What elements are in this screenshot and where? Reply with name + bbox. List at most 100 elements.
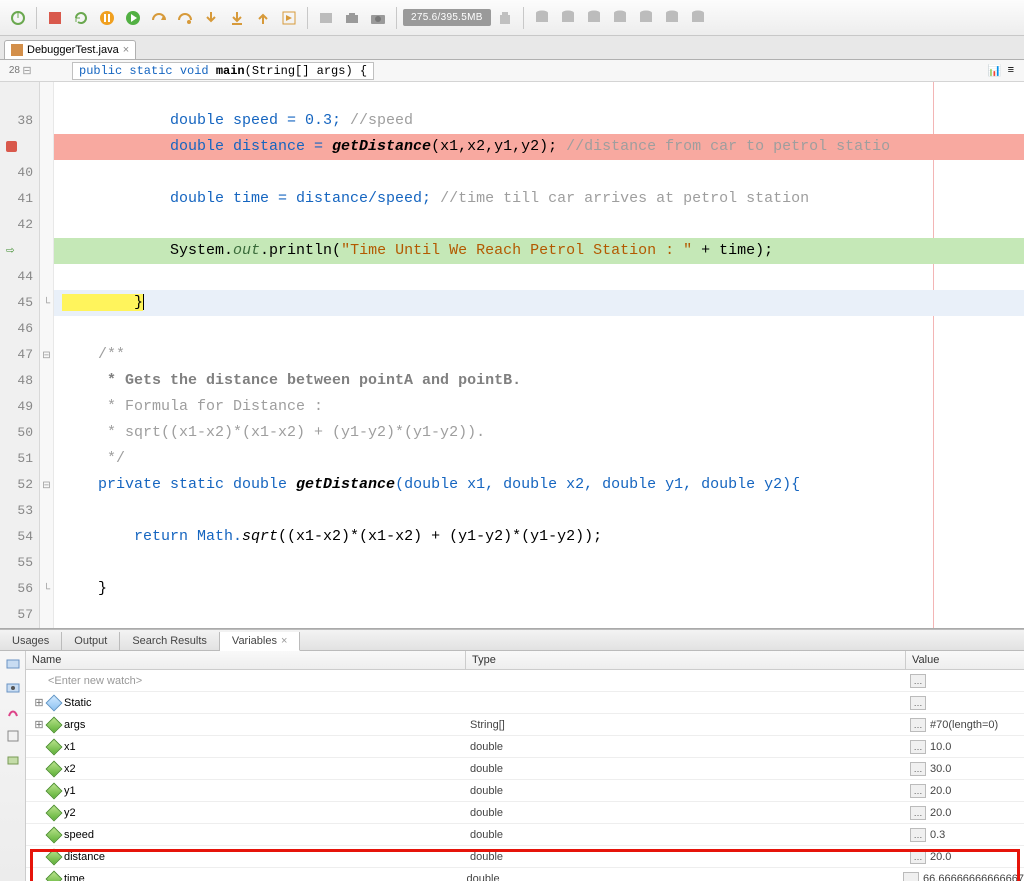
profile-icon[interactable] (6, 6, 30, 30)
ellipsis-button[interactable]: … (910, 828, 926, 842)
col-type[interactable]: Type (466, 651, 906, 669)
db6-icon[interactable] (660, 6, 684, 30)
apply-code-icon[interactable] (314, 6, 338, 30)
camera-icon[interactable] (366, 6, 390, 30)
variable-value: 66.66666666666667 (923, 873, 1024, 881)
db5-icon[interactable] (634, 6, 658, 30)
ellipsis-button[interactable]: … (910, 740, 926, 754)
stop-icon[interactable] (43, 6, 67, 30)
variable-type: double (466, 785, 906, 797)
step-into-next-icon[interactable] (225, 6, 249, 30)
static-icon (46, 694, 63, 711)
variable-value: 20.0 (930, 807, 951, 819)
db4-icon[interactable] (608, 6, 632, 30)
variables-table[interactable]: Name Type Value <Enter new watch> … ⊞ Sta… (26, 651, 1024, 881)
code-body[interactable]: double speed = 0.3; //speed double dista… (54, 60, 1024, 628)
expander-icon[interactable]: ⊞ (34, 696, 44, 709)
tab-usages[interactable]: Usages (0, 632, 62, 650)
line-gutter[interactable]: 38 40 41 42 44 45 46 47 48 49 50 51 52 5… (0, 60, 40, 628)
marks-icon[interactable]: 📊 (988, 64, 1002, 77)
db1-icon[interactable] (530, 6, 554, 30)
ellipsis-button[interactable]: … (910, 850, 926, 864)
variable-icon (46, 870, 63, 881)
tab-variables[interactable]: Variables× (220, 632, 300, 651)
new-watch-row[interactable]: <Enter new watch> … (26, 670, 1024, 692)
filter-icon[interactable] (3, 750, 23, 770)
variable-type: double (466, 851, 906, 863)
variable-row[interactable]: y1double…20.0 (26, 780, 1024, 802)
ellipsis-button[interactable]: … (910, 674, 926, 688)
variable-name: args (64, 719, 85, 731)
new-watch-icon[interactable] (3, 702, 23, 722)
ellipsis-button[interactable]: … (910, 696, 926, 710)
eval-icon[interactable] (3, 726, 23, 746)
memory-indicator[interactable]: 275.6/395.5MB (403, 9, 491, 26)
variable-type: String[] (466, 719, 906, 731)
ellipsis-button[interactable]: … (910, 718, 926, 732)
gc-icon[interactable] (493, 6, 517, 30)
variables-header: Name Type Value (26, 651, 1024, 670)
close-icon[interactable]: × (123, 44, 129, 56)
ellipsis-button[interactable]: … (903, 872, 919, 881)
pause-icon[interactable] (95, 6, 119, 30)
col-name[interactable]: Name (26, 651, 466, 669)
step-over-icon[interactable] (147, 6, 171, 30)
ellipsis-button[interactable]: … (910, 806, 926, 820)
variable-row[interactable]: speeddouble…0.3 (26, 824, 1024, 846)
variable-icon (46, 716, 63, 733)
variable-name: x1 (64, 741, 76, 753)
variable-icon (46, 826, 63, 843)
code-editor[interactable]: 28 ⊟ public static void main(String[] ar… (0, 60, 1024, 629)
variable-icon (46, 738, 63, 755)
variable-type: double (466, 807, 906, 819)
variable-row[interactable]: x1double…10.0 (26, 736, 1024, 758)
variable-row[interactable]: y2 double … 20.0 (26, 802, 1024, 824)
ellipsis-button[interactable]: … (910, 762, 926, 776)
continue-icon[interactable] (121, 6, 145, 30)
fold-gutter[interactable]: └⊟⊟└ (40, 60, 54, 628)
variable-icon (46, 848, 63, 865)
main-toolbar: 275.6/395.5MB (0, 0, 1024, 36)
file-tab[interactable]: DebuggerTest.java × (4, 40, 136, 59)
variable-name: distance (64, 851, 105, 863)
step-out-icon[interactable] (251, 6, 275, 30)
refresh-icon[interactable] (69, 6, 93, 30)
db3-icon[interactable] (582, 6, 606, 30)
expander-icon[interactable]: ⊞ (34, 718, 44, 731)
breadcrumb-line: 28 (0, 65, 20, 76)
java-file-icon (11, 44, 23, 56)
variable-type: double (466, 829, 906, 841)
variable-value: #70(length=0) (930, 719, 998, 731)
watch2-icon[interactable] (3, 678, 23, 698)
tab-search-results[interactable]: Search Results (120, 632, 220, 650)
variable-row[interactable]: x2double…30.0 (26, 758, 1024, 780)
variable-row[interactable]: timedouble…66.66666666666667 (26, 868, 1024, 881)
marks-icon-2[interactable]: ≡ (1008, 64, 1014, 77)
breadcrumb[interactable]: public static void main(String[] args) { (72, 62, 374, 80)
close-icon[interactable]: × (281, 635, 287, 647)
variable-type: double (466, 763, 906, 775)
run-to-cursor-icon[interactable] (277, 6, 301, 30)
output-panel-tabs: Usages Output Search Results Variables× (0, 629, 1024, 651)
variable-type: double (466, 741, 906, 753)
col-value[interactable]: Value (906, 651, 1024, 669)
variable-value: 30.0 (930, 763, 951, 775)
variable-name: Static (64, 697, 92, 709)
file-tab-bar: DebuggerTest.java × (0, 36, 1024, 60)
variable-name: speed (64, 829, 94, 841)
variable-value: 20.0 (930, 785, 951, 797)
variable-icon (46, 804, 63, 821)
variable-name: y2 (64, 807, 76, 819)
db2-icon[interactable] (556, 6, 580, 30)
step-over-expr-icon[interactable] (173, 6, 197, 30)
step-into-icon[interactable] (199, 6, 223, 30)
ellipsis-button[interactable]: … (910, 784, 926, 798)
watch-icon[interactable] (3, 654, 23, 674)
variables-panel: Name Type Value <Enter new watch> … ⊞ Sta… (0, 651, 1024, 881)
variable-row[interactable]: distancedouble…20.0 (26, 846, 1024, 868)
tab-output[interactable]: Output (62, 632, 120, 650)
db7-icon[interactable] (686, 6, 710, 30)
variable-row[interactable]: ⊞ Static … (26, 692, 1024, 714)
take-snapshot-icon[interactable] (340, 6, 364, 30)
variable-row[interactable]: ⊞ args String[] … #70(length=0) (26, 714, 1024, 736)
